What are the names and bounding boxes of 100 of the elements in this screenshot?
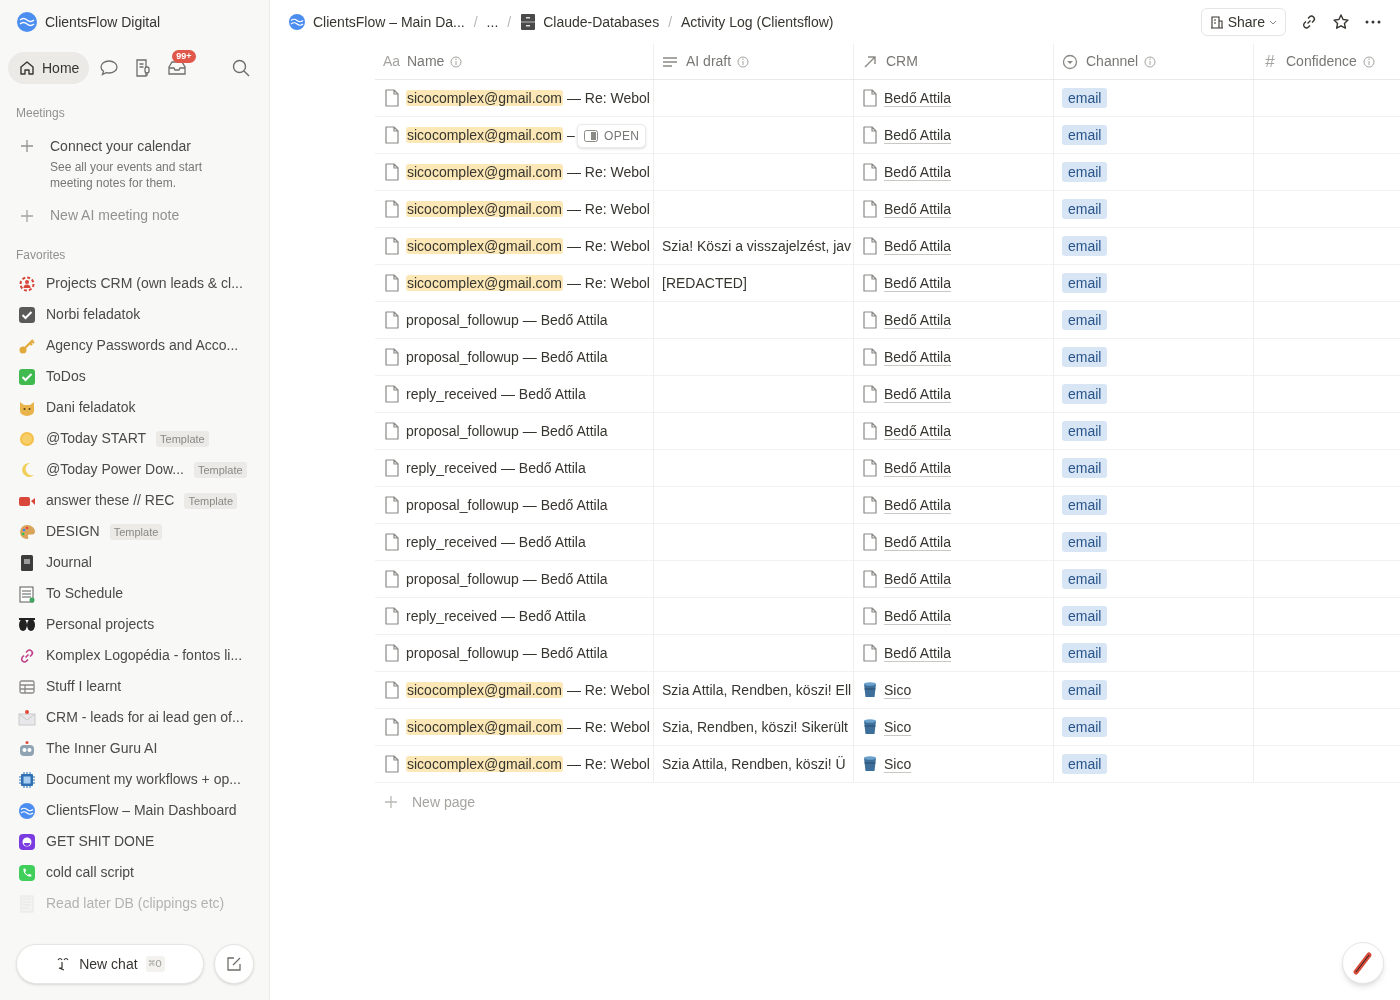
relation-link[interactable]: Bedő Attila: [884, 605, 951, 627]
new-chat-label: New chat: [79, 954, 138, 974]
logo-icon: [288, 13, 306, 31]
sidebar-item[interactable]: Personal projects: [8, 609, 261, 640]
open-button[interactable]: OPEN: [577, 124, 647, 148]
share-button[interactable]: Share: [1200, 8, 1286, 36]
inbox-icon[interactable]: [167, 58, 188, 78]
relation-link[interactable]: Bedő Attila: [884, 494, 951, 516]
search-icon[interactable]: [231, 58, 251, 78]
page-title[interactable]: proposal_followup — Bedő Attila: [406, 420, 608, 442]
sidebar-item[interactable]: To Schedule: [8, 578, 261, 609]
sidebar-item[interactable]: Agency Passwords and Acco...: [8, 330, 261, 361]
sidebar-item[interactable]: Stuff I learnt: [8, 671, 261, 702]
cabinet-icon: [520, 13, 537, 31]
relation-link[interactable]: Bedő Attila: [884, 161, 951, 183]
item-label: Norbi feladatok: [46, 305, 141, 324]
relation-link[interactable]: Bedő Attila: [884, 568, 951, 590]
panel-icon: [584, 130, 598, 142]
section-heading: Meetings: [16, 105, 66, 122]
ai-assistant-button[interactable]: [1342, 942, 1384, 984]
channel-tag: email: [1062, 88, 1108, 108]
table-cell-text: [REDACTED]: [662, 273, 747, 293]
document-icon: [384, 422, 400, 440]
page-title[interactable]: proposal_followup — Bedő Attila: [406, 346, 608, 368]
relation-link[interactable]: Sico: [884, 753, 912, 775]
sidebar-item[interactable]: DESIGN Template: [8, 516, 261, 547]
sidebar-item[interactable]: Projects CRM (own leads & cl...: [8, 268, 261, 299]
item-label: GET SHIT DONE: [46, 832, 155, 851]
sunglasses-icon: [18, 615, 36, 634]
document-icon: [384, 89, 400, 107]
sidebar-item[interactable]: Dani feladatok: [8, 392, 261, 423]
relation-link[interactable]: Bedő Attila: [884, 457, 951, 479]
channel-tag: email: [1062, 310, 1108, 330]
relation-link[interactable]: Sico: [884, 716, 912, 738]
item-label: answer these // REC: [46, 491, 175, 510]
sidebar-item[interactable]: answer these // REC Template: [8, 485, 261, 516]
breadcrumb[interactable]: Activity Log (Clientsflow): [681, 11, 834, 33]
page-title[interactable]: reply_received — Bedő Attila: [406, 457, 586, 479]
relation-link[interactable]: Bedő Attila: [884, 309, 951, 331]
column-header[interactable]: Channel: [1053, 44, 1253, 79]
channel-tag: email: [1062, 458, 1108, 478]
plus-icon: [20, 208, 34, 223]
calendar-link[interactable]: Connect your calendar: [50, 136, 220, 157]
page-title[interactable]: reply_received — Bedő Attila: [406, 605, 586, 627]
relation-link[interactable]: Bedő Attila: [884, 87, 951, 109]
item-label: cold call script: [46, 863, 134, 882]
breadcrumb[interactable]: ClientsFlow – Main Da...: [288, 11, 465, 33]
column-header[interactable]: CRM: [853, 44, 1053, 79]
table-cell-text: Szia! Köszi a visszajelzést, jav: [662, 236, 852, 256]
dropdown-icon: [1062, 53, 1078, 70]
relation-link[interactable]: Bedő Attila: [884, 124, 951, 146]
breadcrumb[interactable]: ...: [486, 11, 499, 33]
sidebar-item[interactable]: Journal: [8, 547, 261, 578]
star-icon[interactable]: [1332, 13, 1350, 31]
sidebar-item[interactable]: GET SHIT DONE: [8, 826, 261, 857]
relation-link[interactable]: Bedő Attila: [884, 642, 951, 664]
sidebar-item[interactable]: @Today Power Dow... Template: [8, 454, 261, 485]
relation-link[interactable]: Bedő Attila: [884, 235, 951, 257]
page-title[interactable]: reply_received — Bedő Attila: [406, 383, 586, 405]
relation-link[interactable]: Bedő Attila: [884, 198, 951, 220]
link-icon[interactable]: [1300, 13, 1318, 31]
channel-tag: email: [1062, 273, 1108, 293]
sidebar-item[interactable]: Norbi feladatok: [8, 299, 261, 330]
document-icon: [384, 237, 400, 255]
workspace-name[interactable]: ClientsFlow Digital: [45, 11, 161, 33]
page-title[interactable]: proposal_followup — Bedő Attila: [406, 494, 608, 516]
page-title[interactable]: reply_received — Bedő Attila: [406, 531, 586, 553]
relation-link[interactable]: Bedő Attila: [884, 272, 951, 294]
new-page-button[interactable]: [214, 944, 254, 984]
sidebar-item[interactable]: cold call script: [8, 857, 261, 888]
new-chat-button[interactable]: New chat ⌘O: [16, 944, 204, 984]
relation-link[interactable]: Bedő Attila: [884, 420, 951, 442]
home-icon: [18, 59, 36, 77]
sidebar-item[interactable]: Komplex Logopédia - fontos li...: [8, 640, 261, 671]
item-label: The Inner Guru AI: [46, 739, 158, 758]
channel-tag: email: [1062, 125, 1108, 145]
relation-link[interactable]: Bedő Attila: [884, 346, 951, 368]
relation-link[interactable]: Bedő Attila: [884, 531, 951, 553]
breadcrumb[interactable]: Claude-Databases: [520, 11, 660, 33]
home-tab[interactable]: Home: [8, 52, 90, 84]
item-label: ToDos: [46, 367, 86, 386]
relation-link[interactable]: Bedő Attila: [884, 383, 951, 405]
item-label: @Today Power Dow...: [46, 460, 184, 479]
column-header[interactable]: AI draft: [653, 44, 853, 79]
channel-tag: email: [1062, 532, 1108, 552]
page-title[interactable]: proposal_followup — Bedő Attila: [406, 642, 608, 664]
sidebar-item[interactable]: Document my workflows + op...: [8, 764, 261, 795]
table-cell-text: Szia Attila, Rendben, köszi! Ell: [662, 680, 852, 700]
column-header[interactable]: Aa Name: [375, 44, 653, 79]
page-title[interactable]: proposal_followup — Bedő Attila: [406, 309, 608, 331]
page-title[interactable]: proposal_followup — Bedő Attila: [406, 568, 608, 590]
plus-icon: [384, 795, 398, 809]
chat-icon[interactable]: [99, 58, 120, 78]
relation-link[interactable]: Sico: [884, 679, 912, 701]
sidebar-item[interactable]: @Today START Template: [8, 423, 261, 454]
sidebar-item[interactable]: ClientsFlow – Main Dashboard: [8, 795, 261, 826]
sidebar-item[interactable]: CRM - leads for ai lead gen of...: [8, 702, 261, 733]
sidebar-item[interactable]: The Inner Guru AI: [8, 733, 261, 764]
column-header[interactable]: # Confidence: [1253, 44, 1400, 79]
sidebar-item[interactable]: ToDos: [8, 361, 261, 392]
